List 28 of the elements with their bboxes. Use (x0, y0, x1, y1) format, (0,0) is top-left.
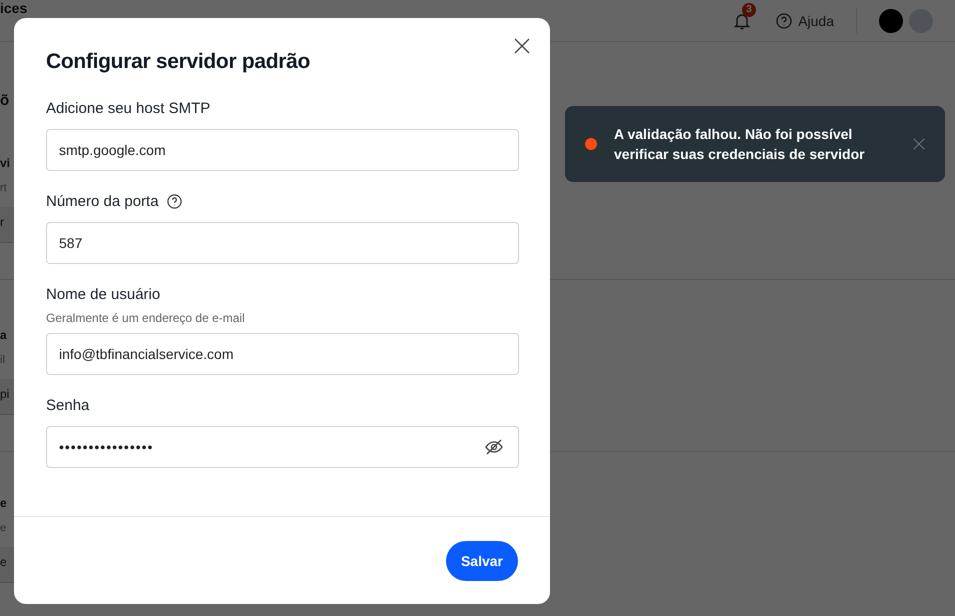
close-button[interactable] (514, 38, 530, 54)
background-text: õ (0, 91, 10, 111)
page-title: ices (0, 1, 28, 16)
background-text: a (0, 327, 8, 344)
save-button[interactable]: Salvar (446, 540, 518, 580)
notification-count: 3 (742, 2, 756, 16)
input-field[interactable]: info@tbfinancialservice.com (46, 333, 519, 375)
notifications-button[interactable] (734, 12, 750, 30)
field-label: Senha (46, 397, 90, 414)
workspace-logo[interactable] (879, 8, 903, 32)
field-label: Adicione seu host SMTP (46, 100, 210, 117)
background-field[interactable]: pi (0, 379, 14, 415)
input-field[interactable]: 587 (46, 222, 519, 264)
background-text: e (0, 495, 8, 512)
help-icon[interactable] (166, 194, 182, 209)
background-field[interactable]: e (0, 547, 14, 583)
help-link[interactable]: Ajuda (776, 12, 834, 28)
modal-title: Configurar servidor padrão (46, 50, 312, 74)
field-hint: Geralmente é um endereço de e-mail (46, 311, 246, 325)
field-label: Número da porta (46, 193, 159, 210)
input-field[interactable]: smtp.google.com (46, 129, 519, 171)
field-label: Nome de usuário (46, 286, 160, 303)
background-text: vi (0, 155, 12, 172)
password-field[interactable]: •••••••••••••••• (46, 426, 519, 468)
background-field[interactable]: r (0, 207, 14, 243)
eye-slash-icon[interactable] (485, 439, 503, 455)
toast-message: A validação falhou. Não foi possível verificar suas credenciais de servidor (614, 125, 866, 164)
question-icon (776, 12, 792, 28)
